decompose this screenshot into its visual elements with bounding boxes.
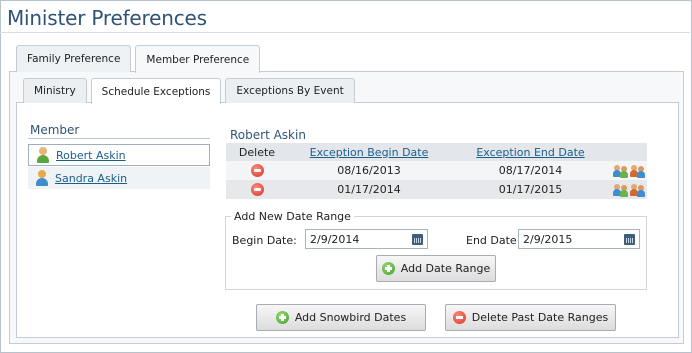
- delete-icon[interactable]: [250, 164, 264, 178]
- member-item-robert-askin[interactable]: Robert Askin: [28, 144, 210, 166]
- page-title: Minister Preferences: [7, 6, 207, 30]
- tab-exceptions-by-event[interactable]: Exceptions By Event: [225, 78, 355, 103]
- remove-icon: [452, 311, 466, 324]
- sort-end-date-link[interactable]: Exception End Date: [476, 146, 584, 159]
- selected-member-name: Robert Askin: [230, 128, 306, 142]
- table-row: 01/17/2014 01/17/2015: [226, 180, 647, 199]
- add-snowbird-dates-label: Add Snowbird Dates: [294, 311, 407, 324]
- member-heading: Member: [30, 123, 80, 137]
- member-preference-tabs: Ministry Schedule Exceptions Exceptions …: [23, 78, 355, 104]
- delete-past-date-ranges-button[interactable]: Delete Past Date Ranges: [445, 304, 616, 331]
- end-date-label: End Date:: [466, 234, 521, 247]
- begin-date-label: Begin Date:: [232, 234, 297, 247]
- end-date-cell: 08/17/2014: [450, 161, 611, 180]
- male-user-icon: [36, 147, 50, 163]
- add-icon: [275, 311, 289, 324]
- delete-icon[interactable]: [250, 183, 264, 197]
- remove-group-icon[interactable]: [630, 164, 645, 178]
- tab-schedule-exceptions[interactable]: Schedule Exceptions: [90, 78, 222, 104]
- add-date-range-button[interactable]: Add Date Range: [376, 255, 496, 282]
- begin-date-input[interactable]: 2/9/2014: [305, 229, 428, 249]
- end-date-value: 2/9/2015: [523, 232, 573, 246]
- add-group-icon[interactable]: [613, 164, 628, 178]
- table-row: 08/16/2013 08/17/2014: [226, 161, 647, 180]
- begin-date-value: 2/9/2014: [310, 232, 360, 246]
- preference-tabs: Family Preference Member Preference: [16, 45, 261, 73]
- new-date-range-legend: Add New Date Range: [234, 210, 351, 223]
- end-date-input[interactable]: 2/9/2015: [518, 229, 640, 249]
- add-group-icon[interactable]: [613, 183, 628, 197]
- tab-ministry[interactable]: Ministry: [23, 78, 87, 103]
- title-divider: [0, 32, 690, 33]
- member-link[interactable]: Robert Askin: [56, 149, 126, 162]
- begin-date-cell: 08/16/2013: [288, 161, 450, 180]
- remove-group-icon[interactable]: [630, 183, 645, 197]
- tab-family-preference[interactable]: Family Preference: [16, 45, 132, 72]
- begin-date-cell: 01/17/2014: [288, 180, 450, 199]
- table-header-row: Delete Exception Begin Date Exception En…: [226, 143, 647, 161]
- column-delete: Delete: [226, 143, 288, 161]
- add-date-range-label: Add Date Range: [400, 262, 491, 275]
- member-divider: [28, 138, 210, 139]
- end-date-cell: 01/17/2015: [450, 180, 611, 199]
- calendar-icon[interactable]: [624, 234, 635, 245]
- add-icon: [381, 262, 395, 275]
- add-snowbird-dates-button[interactable]: Add Snowbird Dates: [256, 304, 426, 331]
- female-user-icon: [35, 170, 49, 186]
- column-end-date[interactable]: Exception End Date: [450, 143, 611, 161]
- column-actions: [611, 143, 647, 161]
- exceptions-table: Delete Exception Begin Date Exception En…: [226, 143, 647, 199]
- sort-begin-date-link[interactable]: Exception Begin Date: [310, 146, 429, 159]
- member-link[interactable]: Sandra Askin: [55, 172, 127, 185]
- tab-member-preference[interactable]: Member Preference: [135, 45, 261, 73]
- column-begin-date[interactable]: Exception Begin Date: [288, 143, 450, 161]
- delete-past-date-ranges-label: Delete Past Date Ranges: [471, 311, 609, 324]
- member-item-sandra-askin[interactable]: Sandra Askin: [28, 167, 210, 189]
- calendar-icon[interactable]: [412, 234, 423, 245]
- member-list: Robert Askin Sandra Askin: [28, 144, 210, 189]
